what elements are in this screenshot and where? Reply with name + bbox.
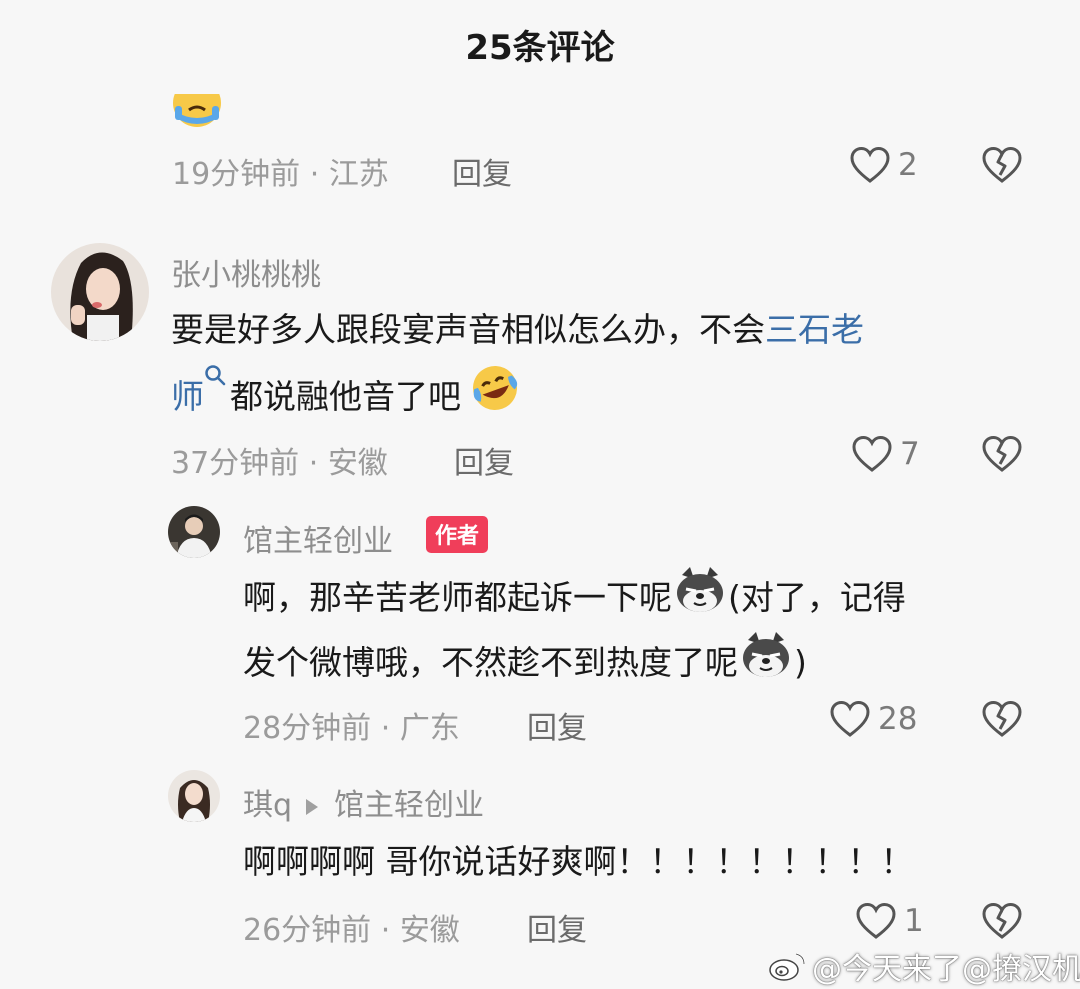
comment-text-line-2: 师 都说融他音了吧 — [171, 362, 521, 431]
reply-text: 啊啊啊啊 哥你说话好爽啊！！！！！！！！！ — [243, 842, 914, 881]
like-count: 2 — [898, 147, 918, 183]
heart-outline-icon — [850, 146, 890, 183]
comment-time: 37分钟前 — [171, 446, 300, 481]
comment-location: 安徽 — [327, 446, 388, 481]
watermark-text: @今天来了@撩汉机 — [812, 952, 1080, 987]
comment-meta: 37分钟前 · 安徽 — [171, 446, 388, 481]
doge-emoji — [743, 632, 789, 677]
search-link[interactable]: 师 — [171, 377, 204, 416]
avatar[interactable] — [51, 243, 149, 341]
search-icon[interactable] — [204, 364, 226, 390]
like-count: 1 — [904, 903, 924, 939]
broken-heart-icon — [982, 902, 1022, 939]
comment-username[interactable]: 张小桃桃桃 — [171, 250, 321, 294]
reply-button[interactable]: 回复 — [527, 703, 587, 747]
comment-location: 江苏 — [328, 157, 389, 192]
comments-count-title: 25条评论 — [465, 28, 615, 68]
dislike-button[interactable] — [980, 145, 1024, 189]
reply-location: 广东 — [399, 711, 460, 746]
avatar[interactable] — [168, 770, 220, 822]
reply-text-line-2: 发个微博哦，不然趁不到热度了呢 ) — [243, 629, 807, 697]
like-button[interactable]: 1 — [854, 901, 924, 941]
avatar[interactable] — [168, 506, 220, 558]
reply-meta: 28分钟前 · 广东 — [243, 711, 460, 746]
broken-heart-icon — [982, 146, 1022, 183]
weibo-icon — [769, 953, 805, 981]
like-count: 7 — [900, 436, 920, 472]
dislike-button[interactable] — [980, 901, 1024, 945]
heart-outline-icon — [856, 902, 896, 939]
like-count: 28 — [878, 701, 918, 737]
reply-time: 28分钟前 — [243, 711, 372, 746]
reply-to-arrow-icon — [306, 798, 319, 815]
reply-username-line: 琪q 馆主轻创业 — [243, 780, 484, 824]
comment-meta: 19分钟前 · 江苏 — [172, 157, 389, 192]
doge-emoji — [677, 567, 723, 612]
broken-heart-icon — [982, 700, 1022, 737]
watermark: @今天来了@撩汉机 — [768, 944, 1080, 988]
reply-time: 26分钟前 — [243, 913, 372, 948]
reply-meta: 26分钟前 · 安徽 — [243, 913, 460, 948]
author-badge: 作者 — [426, 516, 489, 553]
like-button[interactable]: 7 — [850, 434, 920, 474]
dislike-button[interactable] — [980, 434, 1024, 478]
reply-username[interactable]: 馆主轻创业 — [243, 516, 393, 560]
reply-to-username[interactable]: 馆主轻创业 — [334, 788, 484, 823]
heart-outline-icon — [852, 435, 892, 472]
reply-username[interactable]: 琪q — [243, 788, 292, 823]
like-button[interactable]: 28 — [828, 699, 917, 739]
crying-emoji — [172, 94, 222, 128]
comment-text-line-1: 要是好多人跟段宴声音相似怎么办，不会三石老 — [171, 310, 864, 349]
reply-location: 安徽 — [399, 913, 460, 948]
reply-button[interactable]: 回复 — [452, 149, 512, 193]
search-link[interactable]: 三石老 — [765, 310, 864, 349]
reply-text-line-1: 啊，那辛苦老师都起诉一下呢 (对了，记得 — [243, 564, 906, 632]
reply-button[interactable]: 回复 — [527, 905, 587, 949]
broken-heart-icon — [982, 435, 1022, 472]
heart-outline-icon — [830, 700, 870, 737]
laughing-crying-emoji — [473, 366, 518, 410]
comment-time: 19分钟前 — [172, 157, 301, 192]
dislike-button[interactable] — [980, 699, 1024, 743]
reply-button[interactable]: 回复 — [454, 438, 514, 482]
like-button[interactable]: 2 — [848, 145, 918, 185]
